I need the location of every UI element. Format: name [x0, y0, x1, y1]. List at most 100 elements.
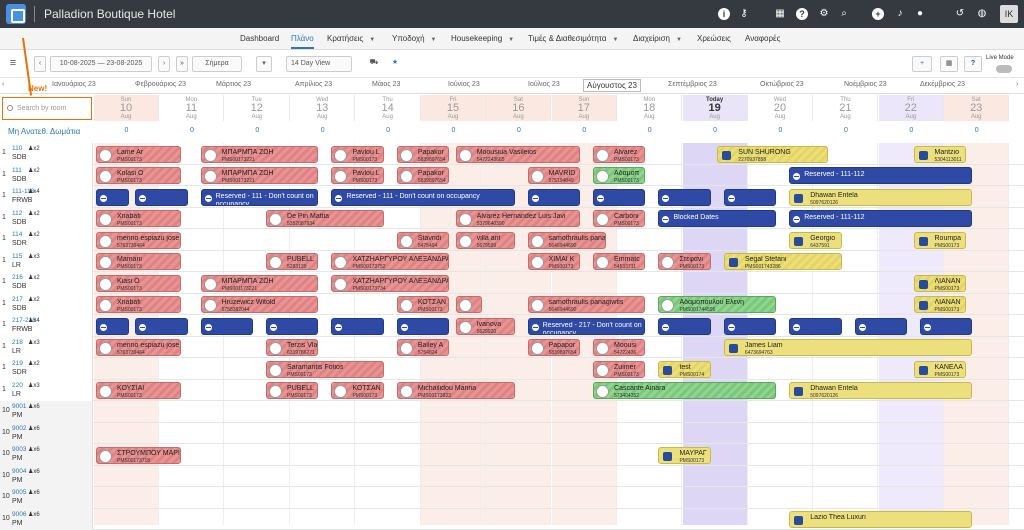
plus-icon[interactable]: +: [872, 8, 884, 20]
booking-block[interactable]: Ivanova5629920: [456, 318, 515, 335]
day-header[interactable]: Tue12Aug: [225, 95, 290, 121]
help-icon[interactable]: ?: [796, 8, 808, 20]
month-0[interactable]: Ιανουάριος 23: [52, 81, 96, 88]
booking-block[interactable]: [920, 318, 972, 335]
month-7[interactable]: Αύγουστος 23: [583, 79, 641, 92]
booking-block[interactable]: merino espiazu jose manuel5763739464: [96, 339, 181, 356]
day-header[interactable]: Fri22Aug: [879, 95, 944, 121]
prev-month-icon[interactable]: ‹: [2, 81, 4, 88]
month-4[interactable]: Μάιος 23: [372, 81, 400, 88]
nav-charges[interactable]: Χρεώσεις: [697, 34, 731, 43]
nav-dashboard[interactable]: Dashboard: [240, 34, 279, 43]
booking-block[interactable]: ΚΟΥΣΙΑΙPMS00173: [96, 382, 181, 399]
booking-block[interactable]: [331, 318, 383, 335]
month-2[interactable]: Μάρτιος 23: [216, 81, 251, 88]
booking-block[interactable]: SUN SHURONG2270937858: [717, 146, 828, 163]
today-button[interactable]: Σήμερα: [192, 56, 242, 72]
day-header[interactable]: Mon11Aug: [159, 95, 224, 121]
day-header[interactable]: Today19Aug: [683, 95, 748, 121]
nav-housekeeping[interactable]: Housekeeping▼: [451, 34, 514, 43]
skip-button[interactable]: »: [176, 56, 188, 72]
booking-block[interactable]: ΚΟΤΣΑΝPMS00173: [397, 296, 449, 313]
avatar[interactable]: IK: [1000, 5, 1018, 23]
booking-block[interactable]: Reserved - 111 - Don't count on occupanc…: [201, 189, 319, 206]
room-label[interactable]: 109006♟x6PM: [0, 509, 93, 530]
booking-block[interactable]: Pavlou LPMS00173: [331, 146, 383, 163]
search-input[interactable]: Search by room: [2, 97, 92, 120]
booking-block[interactable]: ΧΑΤΖΗΑΡΓΥΡΟΥ ΑΛΕΞΑΝΔΡΑPMS00173752: [331, 253, 449, 270]
nav-rates[interactable]: Τιμές & Διαθεσιμότητα▼: [528, 34, 618, 43]
live-mode-toggle[interactable]: [996, 65, 1012, 73]
month-10[interactable]: Νοέμβριος 23: [844, 81, 887, 88]
nav-reservations[interactable]: Κρατήσεις▼: [327, 34, 375, 43]
view-select[interactable]: 14 Day View: [286, 56, 352, 72]
booking-block[interactable]: [658, 189, 710, 206]
next-month-icon[interactable]: ›: [1016, 81, 1018, 88]
booking-block[interactable]: Reserved - 217 - Don't count on occupanc…: [528, 318, 646, 335]
booking-block[interactable]: ΧΑΤΖΗΑΡΓΥΡΟΥ ΑΛΕΞΑΝΔΡΑPMS00173734: [331, 275, 449, 292]
booking-block[interactable]: Alvarez Hernandez Luis Javi5379640390: [456, 210, 580, 227]
booking-block[interactable]: Dhawan Entela5097620126: [789, 189, 972, 206]
day-header[interactable]: Sun10Aug: [94, 95, 159, 121]
booking-block[interactable]: [724, 318, 776, 335]
room-label[interactable]: 1114♟x2SDR: [0, 229, 93, 251]
booking-block[interactable]: Reserved - 111-112: [789, 210, 972, 227]
day-header[interactable]: Thu21Aug: [813, 95, 878, 121]
bell-icon[interactable]: ♪: [894, 8, 906, 20]
booking-block[interactable]: [658, 318, 710, 335]
booking-block[interactable]: [456, 296, 482, 313]
month-6[interactable]: Ιούλιος 23: [528, 81, 560, 88]
booking-block[interactable]: [135, 189, 187, 206]
booking-block[interactable]: samothraulis panagiwtis5646944690: [528, 232, 606, 249]
booking-block[interactable]: Pavlou LPMS00173: [331, 167, 383, 184]
booking-block[interactable]: ΚΑΝΕΛΑPMS00173: [914, 361, 966, 378]
room-label[interactable]: 1111♟x2SDB: [0, 165, 93, 187]
booking-block[interactable]: Papakor5839897654: [397, 146, 449, 163]
booking-block[interactable]: Reserved - 111-112: [789, 167, 972, 184]
booking-block[interactable]: [96, 318, 129, 335]
booking-block[interactable]: Blocked Dates: [658, 210, 776, 227]
date-range-picker[interactable]: 10-08-2025 — 23-08-2025: [50, 56, 152, 72]
booking-block[interactable]: [593, 189, 645, 206]
booking-block[interactable]: RoumpaPMS00173: [914, 232, 966, 249]
booking-block[interactable]: MAVRID575194849: [528, 167, 580, 184]
booking-block[interactable]: De Pin Mattia5352087934: [266, 210, 384, 227]
booking-block[interactable]: AlvarezPMS00173: [593, 146, 645, 163]
booking-block[interactable]: Lame ArPMS00173: [96, 146, 181, 163]
booking-block[interactable]: [789, 318, 841, 335]
room-label[interactable]: 1110♟x2SDB: [0, 143, 93, 165]
day-header[interactable]: Wed13Aug: [290, 95, 355, 121]
booking-block[interactable]: Stavridi5475494: [397, 232, 449, 249]
booking-block[interactable]: ΜΠΑΡΜΠΑ ΖΩΗPMS00173221: [201, 167, 319, 184]
room-label[interactable]: 1111-113♟x4FRWB: [0, 186, 93, 208]
booking-block[interactable]: Reserved - 111 - Don't count on occupanc…: [331, 189, 514, 206]
app-logo[interactable]: [6, 4, 26, 24]
booking-block[interactable]: ΚΟΤΣΑΝPMS00173: [331, 382, 383, 399]
add-user-button[interactable]: +: [912, 56, 932, 72]
grid-icon[interactable]: ▦: [774, 8, 786, 20]
booking-block[interactable]: XnabafiPMS00173: [96, 296, 181, 313]
booking-block[interactable]: XIMAI KPMS00173: [528, 253, 580, 270]
booking-block[interactable]: ΣΤΡΟΥΜΠΟΥ ΜΑΡΙPMS00173718: [96, 447, 181, 464]
booking-block[interactable]: Emmatc54533711: [593, 253, 645, 270]
booking-block[interactable]: [201, 318, 253, 335]
booking-block[interactable]: [397, 318, 449, 335]
history-icon[interactable]: ↺: [954, 8, 966, 20]
booking-block[interactable]: ΜΑΥΡΑΓPMS00173: [658, 447, 710, 464]
day-header[interactable]: Mon18Aug: [617, 95, 682, 121]
room-label[interactable]: 109002♟x6PM: [0, 423, 93, 445]
booking-block[interactable]: Kolasi OPMS00173: [96, 167, 181, 184]
room-label[interactable]: 1217-218♟x4FRWB: [0, 315, 93, 337]
booking-block[interactable]: PUBELLPMS00173: [266, 382, 318, 399]
menu-icon[interactable]: ≡: [4, 56, 22, 72]
room-label[interactable]: 109001♟x6PM: [0, 401, 93, 423]
month-3[interactable]: Απρίλιος 23: [295, 81, 332, 88]
booking-block[interactable]: ZuimerPMS00173: [593, 361, 645, 378]
booking-block[interactable]: Bailey A5754824: [397, 339, 449, 356]
booking-block[interactable]: Cascante Ainara573404352: [593, 382, 776, 399]
booking-block[interactable]: testPMS00174: [658, 361, 710, 378]
day-header[interactable]: Wed20Aug: [748, 95, 813, 121]
booking-block[interactable]: MamaniPMS00173: [96, 253, 181, 270]
room-label[interactable]: 1220♟x3LR: [0, 380, 93, 402]
booking-block[interactable]: Moousi54722436: [593, 339, 645, 356]
